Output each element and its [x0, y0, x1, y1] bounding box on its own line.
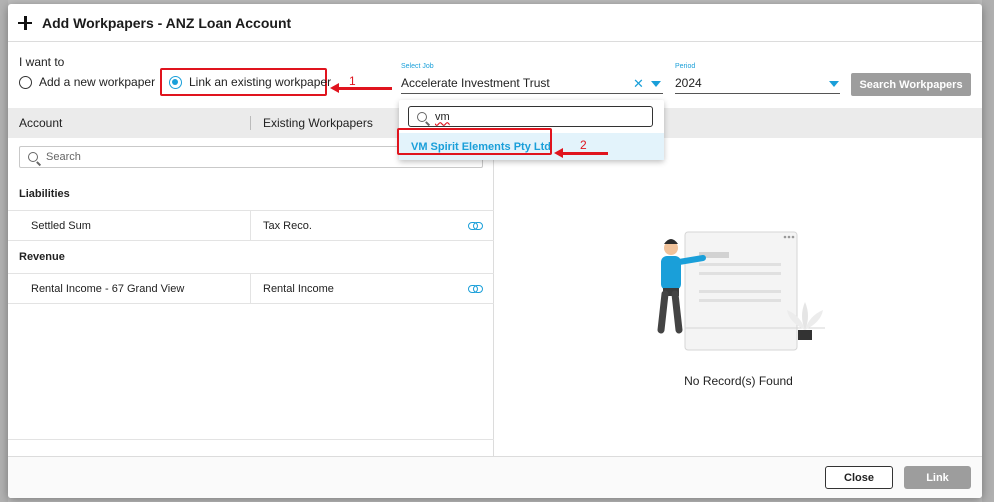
background-left-strip [0, 0, 8, 502]
modal-footer: Close Link [8, 456, 982, 498]
link-icon[interactable] [468, 285, 483, 293]
period-value: 2024 [675, 75, 702, 90]
plus-icon [18, 15, 32, 30]
table-row[interactable]: Settled Sum Tax Reco. [8, 210, 494, 241]
annotation-arrow-1 [330, 83, 392, 92]
row-workpaper: Rental Income [263, 282, 334, 295]
group-label-revenue: Revenue [19, 251, 65, 263]
group-label-liabilities: Liabilities [19, 188, 70, 200]
period-caption: Period [675, 63, 696, 70]
i-want-to-label: I want to [19, 55, 65, 69]
empty-state-illustration [657, 231, 825, 351]
annotation-number-1: 1 [349, 74, 356, 88]
link-button[interactable]: Link [904, 466, 971, 489]
radio-link-existing-icon[interactable] [169, 75, 182, 89]
link-icon[interactable] [468, 222, 483, 230]
no-records-message: No Record(s) Found [684, 374, 793, 388]
row-account: Rental Income - 67 Grand View [31, 282, 185, 295]
chevron-down-icon[interactable] [651, 81, 661, 87]
divider [8, 439, 494, 440]
radio-add-new-icon[interactable] [19, 75, 32, 89]
job-dropdown-search-input[interactable]: vm [408, 106, 653, 127]
period-chevron-down-icon[interactable] [829, 81, 839, 87]
annotation-box-2 [397, 128, 552, 155]
search-icon [417, 111, 427, 122]
select-job-value: Accelerate Investment Trust [401, 75, 550, 90]
annotation-arrow-2 [554, 148, 608, 157]
modal-header: Add Workpapers - ANZ Loan Account [8, 4, 982, 42]
clear-icon[interactable]: ✕ [633, 76, 644, 92]
radio-add-new[interactable]: Add a new workpaper [19, 75, 155, 89]
column-separator [250, 116, 251, 130]
search-placeholder: Search [46, 151, 81, 163]
add-workpapers-modal: Add Workpapers - ANZ Loan Account I want… [8, 4, 982, 498]
search-icon [28, 152, 38, 162]
select-job-caption: Select Job [401, 63, 434, 70]
row-workpaper: Tax Reco. [263, 219, 312, 232]
col-account-header[interactable]: Account [19, 116, 62, 130]
row-account: Settled Sum [31, 219, 91, 232]
job-dropdown-search-value: vm [435, 110, 450, 123]
col-existing-header[interactable]: Existing Workpapers [263, 116, 373, 130]
options-bar: I want to Add a new workpaper Link an ex… [8, 43, 982, 108]
cell-separator [250, 274, 251, 303]
period-field[interactable]: 2024 [675, 72, 840, 94]
radio-add-new-label: Add a new workpaper [39, 75, 156, 89]
search-workpapers-button[interactable]: Search Workpapers [851, 73, 971, 96]
accounts-panel: Account Existing Workpapers Search Liabi… [8, 108, 494, 456]
annotation-number-2: 2 [580, 138, 587, 152]
cell-separator [250, 211, 251, 240]
radio-link-existing[interactable]: Link an existing workpaper [169, 75, 331, 89]
close-button[interactable]: Close [825, 466, 893, 489]
radio-link-existing-label: Link an existing workpaper [189, 75, 332, 89]
table-row[interactable]: Rental Income - 67 Grand View Rental Inc… [8, 273, 494, 304]
select-job-field[interactable]: Accelerate Investment Trust [401, 72, 663, 94]
background-right-strip [982, 0, 994, 502]
workpapers-panel: No Record(s) Found [495, 108, 982, 456]
modal-title: Add Workpapers - ANZ Loan Account [42, 14, 292, 31]
